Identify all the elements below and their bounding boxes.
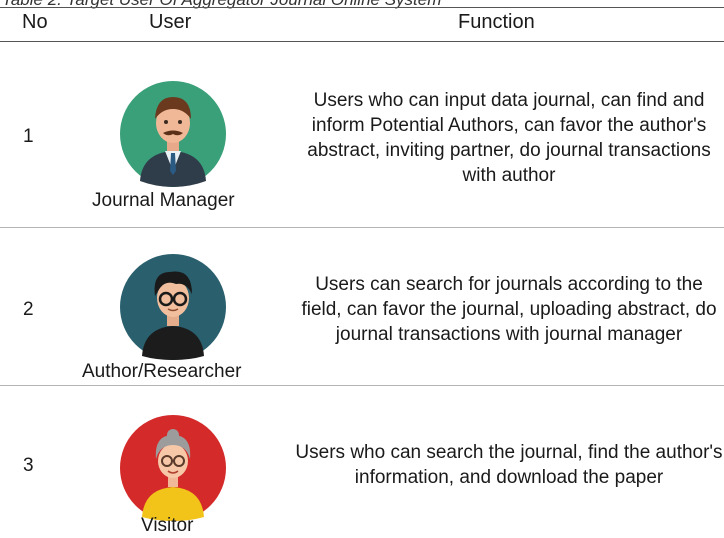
- row-number: 1: [23, 126, 34, 147]
- visitor-avatar-icon: [120, 415, 226, 521]
- table-caption: Table 2. Target User Of Aggregator Journ…: [2, 0, 722, 10]
- journal-manager-avatar-icon: [120, 81, 226, 187]
- header-no: No: [22, 11, 48, 33]
- table-top-rule: [0, 7, 724, 8]
- function-text: Users who can search the journal, find t…: [295, 442, 723, 488]
- header-user: User: [149, 11, 192, 33]
- user-name: Journal Manager: [92, 190, 235, 211]
- author-researcher-avatar-icon: [120, 254, 226, 360]
- header-function: Function: [458, 11, 535, 33]
- table-row: 2 Author/Researcher Users can search for…: [0, 227, 724, 385]
- function-text: Users can search for journals according …: [301, 274, 717, 345]
- row-number: 3: [23, 455, 34, 476]
- user-name: Author/Researcher: [82, 361, 242, 382]
- function-text: Users who can input data journal, can fi…: [307, 90, 711, 186]
- row-number: 2: [23, 299, 34, 320]
- user-name: Visitor: [141, 515, 194, 536]
- table-row: 3 Visitor Users who can search the journ…: [0, 385, 724, 538]
- table-row: 1 Journal Manager Users who can input da…: [0, 41, 724, 227]
